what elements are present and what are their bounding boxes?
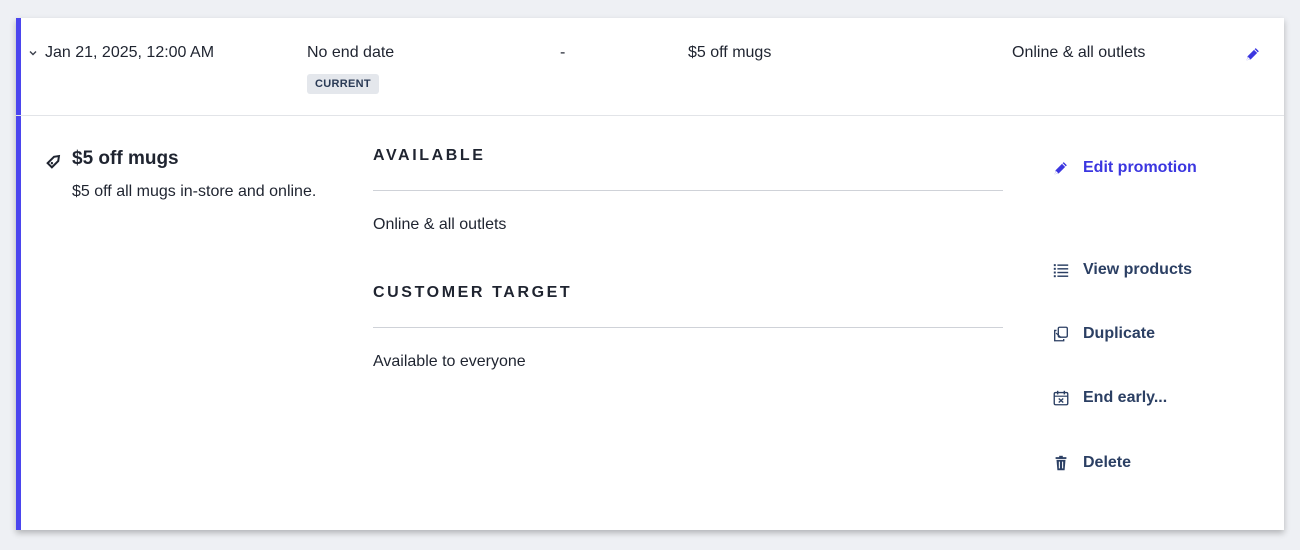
- end-early-button[interactable]: End early...: [1052, 386, 1167, 410]
- tag-icon: [46, 154, 61, 169]
- customer-target-value: Available to everyone: [373, 353, 526, 370]
- view-products-button[interactable]: View products: [1052, 258, 1192, 282]
- availability-channels: Online & all outlets: [1012, 44, 1146, 61]
- end-early-label: End early...: [1083, 389, 1168, 406]
- available-heading: AVAILABLE: [373, 147, 486, 164]
- view-products-label: View products: [1083, 261, 1193, 278]
- duplicate-label: Duplicate: [1083, 325, 1156, 342]
- duplicate-icon: [1054, 326, 1068, 342]
- edit-promotion-button[interactable]: Edit promotion: [1052, 156, 1197, 180]
- trash-icon: [1055, 455, 1067, 471]
- customer-target-heading: CUSTOMER TARGET: [373, 284, 573, 301]
- calendar-x-icon: [1053, 390, 1069, 406]
- available-value: Online & all outlets: [373, 216, 507, 233]
- available-divider: [373, 190, 1003, 191]
- pencil-icon[interactable]: [1244, 45, 1262, 63]
- delete-label: Delete: [1083, 454, 1132, 471]
- list-icon: [1053, 264, 1069, 278]
- pencil-icon: [1054, 162, 1067, 175]
- promotion-card: Jan 21, 2025, 12:00 AM No end date CURRE…: [16, 18, 1284, 530]
- promotion-row[interactable]: Jan 21, 2025, 12:00 AM No end date CURRE…: [16, 18, 1284, 116]
- status-badge: CURRENT: [307, 74, 379, 94]
- promotion-name: $5 off mugs: [688, 44, 772, 61]
- duplicate-button[interactable]: Duplicate: [1052, 322, 1155, 346]
- edit-promotion-label: Edit promotion: [1083, 159, 1197, 176]
- start-date: Jan 21, 2025, 12:00 AM: [45, 44, 215, 61]
- delete-button[interactable]: Delete: [1052, 451, 1131, 475]
- customer-target-divider: [373, 327, 1003, 328]
- end-date: No end date: [307, 44, 395, 61]
- detail-description: $5 off all mugs in-store and online.: [72, 183, 317, 200]
- empty-value: -: [560, 44, 566, 61]
- detail-title: $5 off mugs: [72, 148, 179, 169]
- chevron-down-icon[interactable]: [28, 48, 38, 58]
